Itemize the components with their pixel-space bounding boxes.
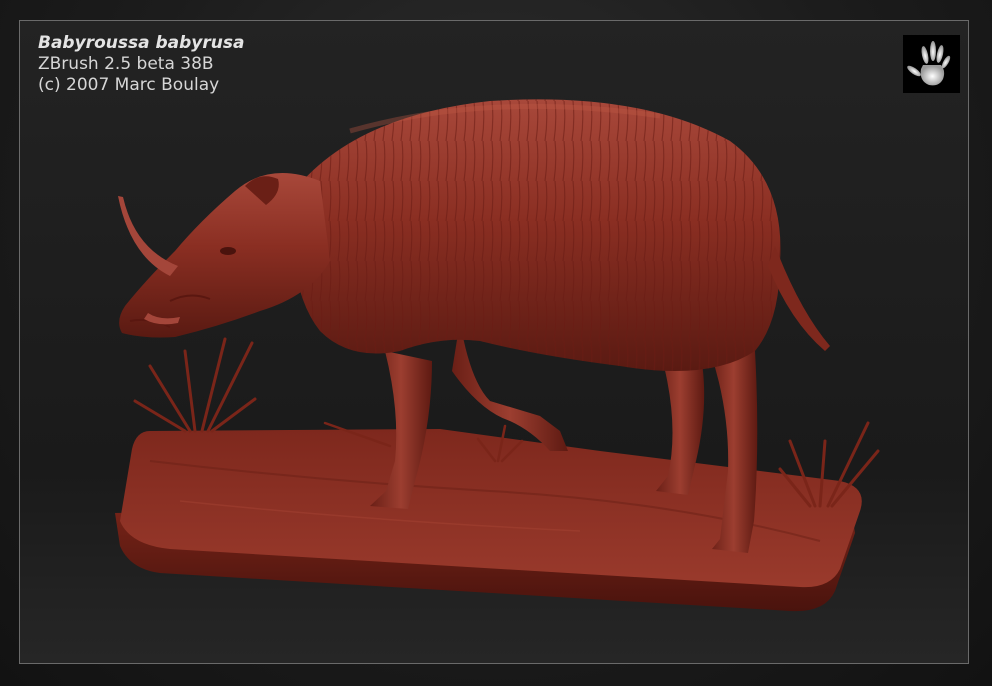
sculpture-render <box>115 99 880 612</box>
babirusa-body <box>289 99 781 371</box>
image-frame: Babyroussa babyrusa ZBrush 2.5 beta 38B … <box>19 20 969 664</box>
babirusa-tail <box>768 246 830 351</box>
grass-tuft-left <box>133 337 257 433</box>
